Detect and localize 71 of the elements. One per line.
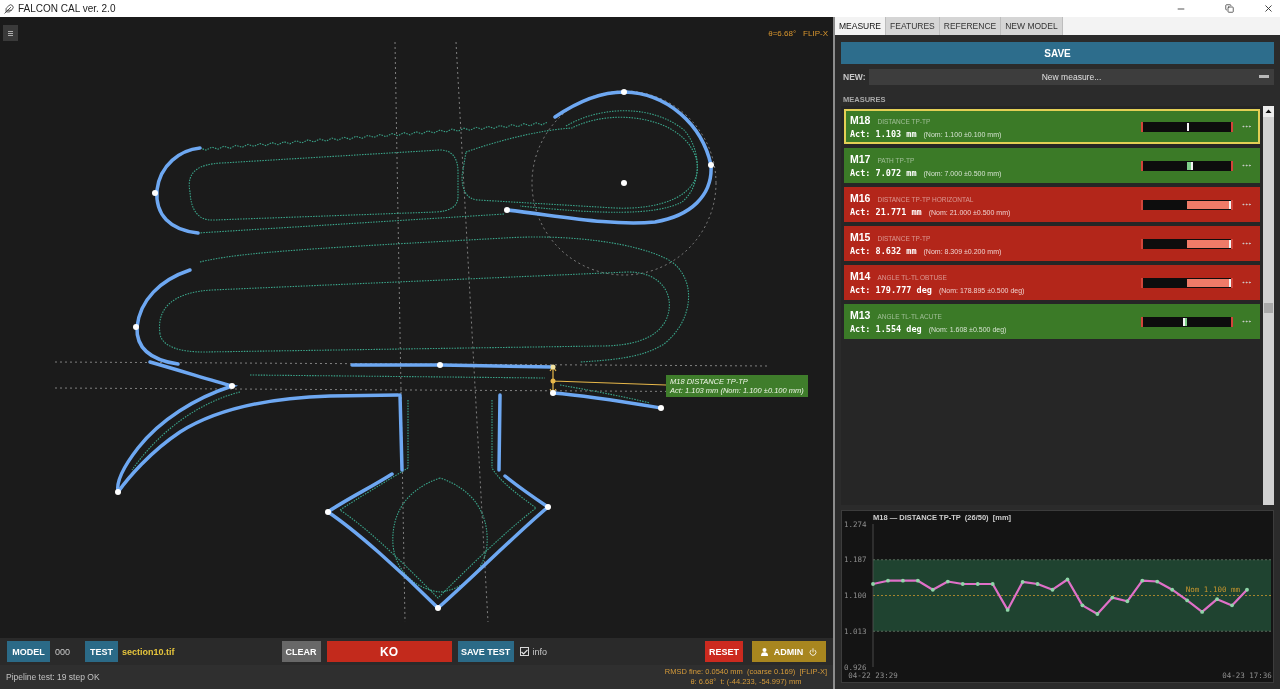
model-number: 000 (55, 646, 71, 657)
user-icon (760, 647, 768, 656)
measure-actual: Act: 1.554 deg (850, 324, 922, 334)
data-point (1170, 587, 1175, 592)
data-point (916, 578, 920, 583)
data-point (1065, 577, 1070, 582)
data-point (1155, 579, 1160, 584)
admin-button[interactable]: ADMIN (752, 641, 826, 662)
new-label: NEW: (842, 72, 865, 82)
test-button[interactable]: TEST (85, 641, 119, 662)
clear-button[interactable]: CLEAR (281, 641, 321, 662)
data-point (1215, 597, 1219, 602)
data-point (1020, 580, 1025, 584)
tab[interactable]: REFERENCE (939, 17, 1002, 35)
data-point (960, 582, 965, 586)
window-title: FALCON CAL ver. 2.0 (18, 3, 117, 14)
data-point (1080, 603, 1085, 608)
data-point (1125, 599, 1130, 604)
test-filename: section10.tif (122, 646, 175, 657)
measure-id: M14 (850, 270, 871, 282)
tab[interactable]: NEW MODEL (1001, 17, 1063, 35)
data-point (1185, 598, 1190, 603)
data-point (1200, 610, 1204, 614)
tab[interactable]: FEATURES (886, 17, 940, 35)
data-point (1140, 578, 1145, 583)
measure-actual: Act: 21.771 mm (850, 207, 922, 217)
canvas-readout: FLIP-X (803, 29, 828, 38)
measure-id: M15 (850, 231, 871, 243)
menu-button[interactable] (3, 25, 18, 41)
data-point (901, 578, 905, 583)
data-point (1005, 608, 1010, 612)
close-icon (1262, 3, 1274, 14)
data-point (930, 587, 935, 592)
data-point (1245, 587, 1249, 592)
model-button[interactable]: MODEL (7, 641, 50, 662)
reset-button[interactable]: RESET (705, 641, 743, 662)
new-measure-field[interactable]: New measure... (869, 69, 1274, 85)
data-point (945, 579, 950, 584)
measure-actual: Act: 7.072 mm (850, 168, 917, 178)
measure-id: M16 (850, 192, 871, 204)
menu-icon (8, 30, 13, 36)
data-point (975, 582, 980, 586)
check-icon (520, 648, 528, 655)
scroll-up-icon[interactable] (1263, 106, 1274, 117)
data-point (871, 582, 875, 586)
scroll-thumb[interactable] (1264, 303, 1273, 313)
info-label: info (532, 646, 548, 657)
data-point (1035, 582, 1040, 586)
scrollbar[interactable] (1263, 106, 1274, 505)
data-point (1050, 587, 1055, 592)
measure-id: M13 (850, 309, 871, 321)
info-checkbox[interactable] (519, 647, 529, 656)
measure-actual: Act: 1.103 mm (850, 129, 917, 139)
measure-id: M18 (850, 114, 871, 126)
restore-icon (1225, 4, 1234, 13)
canvas-readout: θ=6.68° (768, 29, 797, 38)
power-icon (809, 647, 818, 656)
data-point (990, 582, 995, 586)
data-point (1095, 612, 1100, 616)
measure-actual: Act: 179.777 deg (850, 285, 932, 295)
data-point (1230, 603, 1234, 608)
feather-icon (4, 3, 14, 14)
status-message: Pipeline test: 19 step OK (6, 672, 100, 682)
save-button[interactable]: SAVE (841, 42, 1274, 64)
save-test-button[interactable]: SAVE TEST (457, 641, 514, 662)
result-button[interactable]: KO (326, 641, 452, 662)
measure-id: M17 (850, 153, 871, 165)
data-point (1110, 595, 1115, 600)
measure-actual: Act: 8.632 mm (850, 246, 917, 256)
data-point (886, 578, 890, 583)
dash-icon (1259, 75, 1269, 78)
